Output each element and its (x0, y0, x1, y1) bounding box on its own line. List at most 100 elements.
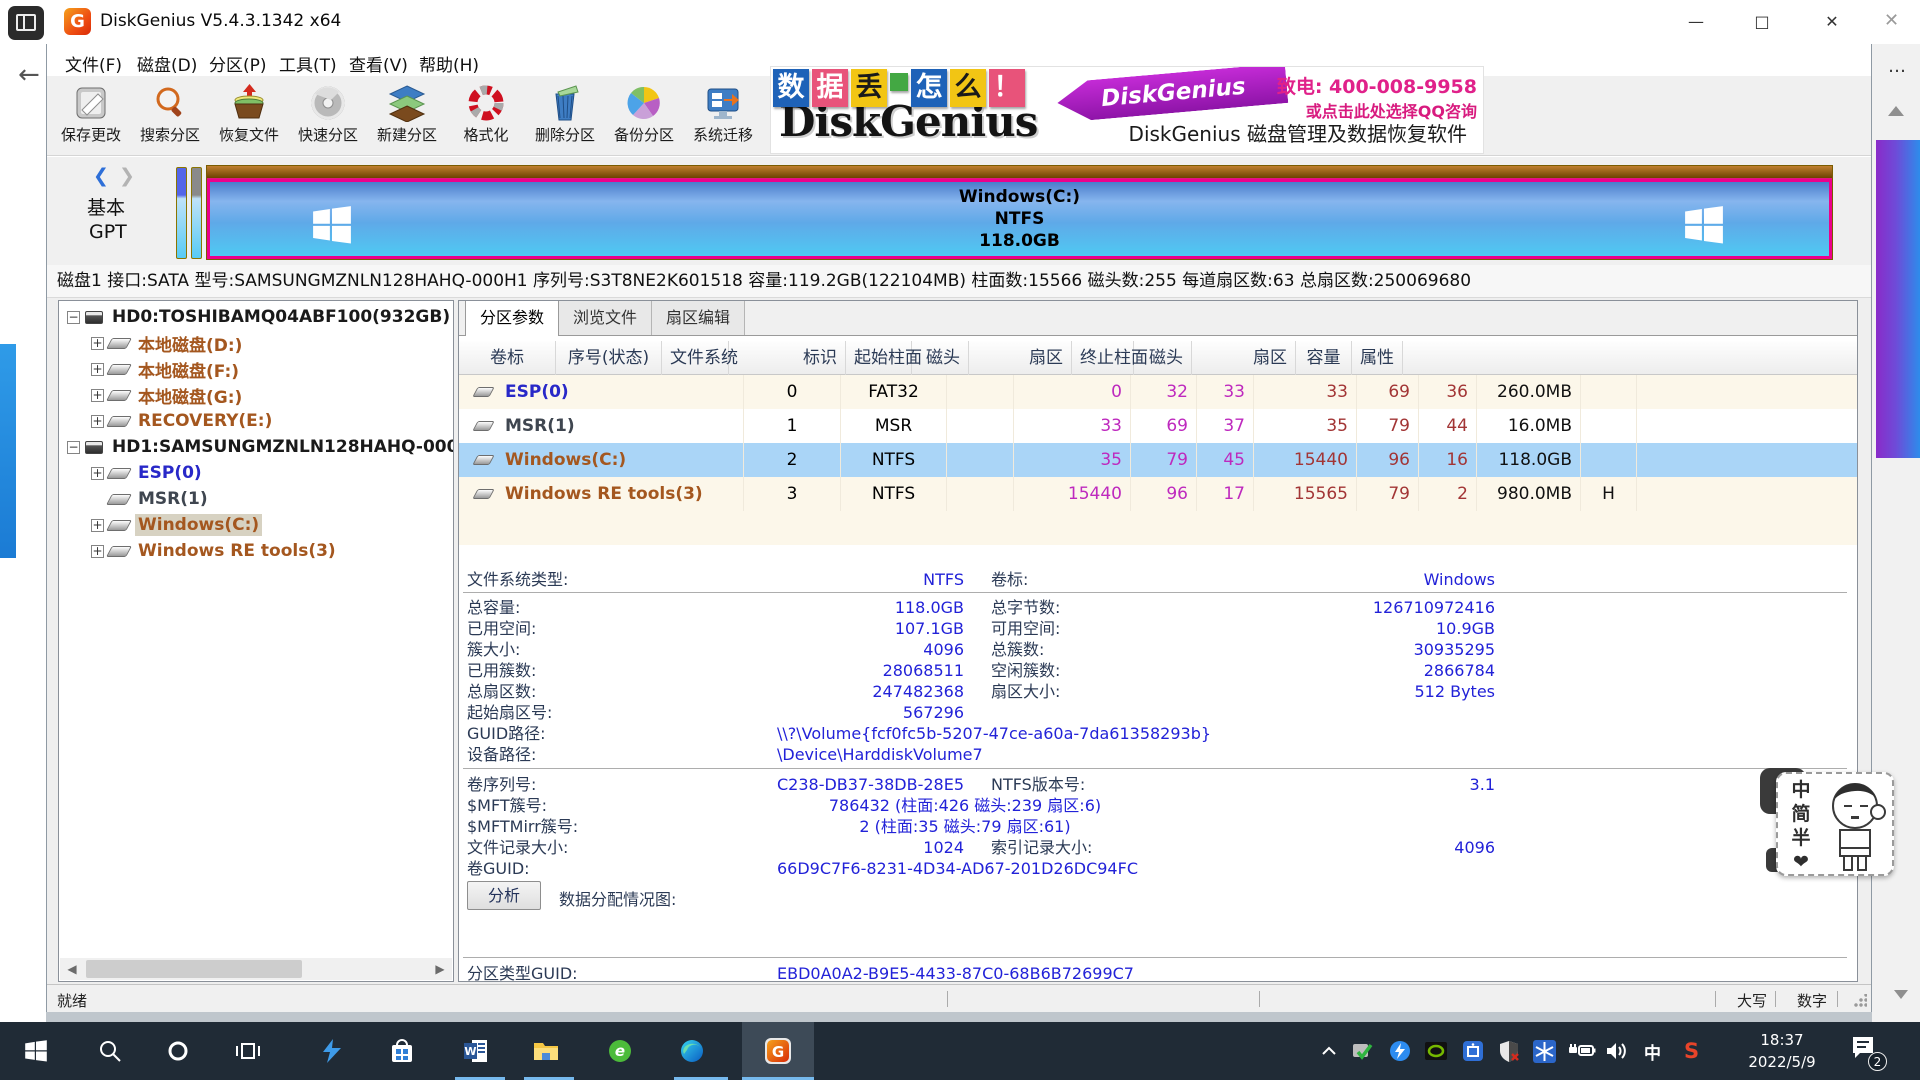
table-row[interactable]: Windows(C:) 2 NTFS 35 79 45 15440 96 16 … (459, 443, 1857, 477)
task-view-button[interactable] (224, 1022, 272, 1080)
scroll-right-icon[interactable]: ▶ (428, 958, 452, 980)
column-header[interactable]: 起始柱面 (846, 341, 912, 375)
tab[interactable]: 扇区编辑 (651, 300, 745, 335)
table-row[interactable]: MSR(1) 1 MSR 33 69 37 35 79 44 16.0MB (459, 409, 1857, 443)
column-header[interactable]: 终止柱面 (1072, 341, 1134, 375)
save-changes-button[interactable]: 保存更改 (52, 80, 130, 154)
quick-partition-button[interactable]: 快速分区 (289, 80, 367, 154)
tab[interactable]: 分区参数 (465, 300, 559, 336)
tree-item[interactable]: + 本地磁盘(F:) (59, 356, 453, 382)
thunder-app-button[interactable] (308, 1022, 356, 1080)
column-header[interactable]: 文件系统 (662, 341, 729, 375)
new-partition-button[interactable]: 新建分区 (368, 80, 446, 154)
tree-expander-icon[interactable]: + (91, 363, 104, 376)
tray-power[interactable] (1568, 1022, 1596, 1080)
table-row[interactable]: Windows RE tools(3) 3 NTFS 15440 96 17 1… (459, 477, 1857, 511)
column-header[interactable]: 属性 (1352, 341, 1403, 375)
tray-security-center[interactable] (1497, 1022, 1521, 1080)
cortana-button[interactable] (154, 1022, 202, 1080)
tray-thunder[interactable] (1388, 1022, 1412, 1080)
column-header[interactable]: 标识 (729, 341, 846, 375)
tray-expand-button[interactable] (1320, 1022, 1338, 1080)
diskgenius-taskbar-button[interactable]: G (754, 1022, 802, 1080)
tree-item[interactable]: + Windows(C:) (59, 512, 453, 538)
tree-expander-icon[interactable]: + (91, 415, 104, 428)
tray-volume[interactable] (1604, 1022, 1630, 1080)
tree-item[interactable]: + Windows RE tools(3) (59, 538, 453, 564)
window-tab-icon[interactable] (8, 6, 44, 40)
scroll-up-icon[interactable] (1888, 106, 1904, 116)
capacity-cell: 118.0GB (1477, 443, 1581, 477)
column-header[interactable]: 扇区 (1192, 341, 1296, 375)
tray-intel-graphics[interactable] (1461, 1022, 1485, 1080)
tree-item[interactable]: − HD1:SAMSUNGMZNLN128HAHQ-000 (59, 434, 453, 460)
sogou-tray-icon[interactable]: S (1684, 1022, 1699, 1080)
menu-help[interactable]: 帮助(H) (413, 49, 485, 78)
format-button[interactable]: 格式化 (447, 80, 525, 154)
tree-item[interactable]: MSR(1) (59, 486, 453, 512)
column-header[interactable]: 磁头 (1134, 341, 1192, 375)
backup-partition-button[interactable]: 备份分区 (605, 80, 683, 154)
scroll-left-icon[interactable]: ◀ (60, 958, 84, 980)
word-button[interactable]: W (452, 1022, 500, 1080)
ime-indicator[interactable]: 中 (1644, 1022, 1661, 1080)
column-header[interactable]: 扇区 (969, 341, 1072, 375)
back-arrow-icon[interactable]: ← (18, 60, 40, 90)
close-button[interactable]: ✕ (1806, 0, 1858, 44)
delete-partition-button[interactable]: 删除分区 (526, 80, 604, 154)
partition-bar-msr[interactable] (191, 167, 202, 259)
background-close-icon[interactable]: ✕ (1884, 10, 1899, 31)
more-options-icon[interactable]: … (1888, 56, 1908, 77)
column-header[interactable]: 序号(状态) (556, 341, 662, 375)
column-header[interactable]: 磁头 (912, 341, 969, 375)
menu-view[interactable]: 查看(V) (343, 49, 414, 78)
tree-item[interactable]: − HD0:TOSHIBAMQ04ABF100(932GB) (59, 304, 453, 330)
search-partition-button[interactable]: 搜索分区 (131, 80, 209, 154)
tree-expander-icon[interactable]: − (67, 441, 80, 454)
file-explorer-button[interactable] (522, 1022, 570, 1080)
edge-button[interactable] (668, 1022, 716, 1080)
prev-disk-arrow-icon[interactable]: ❮ (93, 165, 109, 187)
column-header[interactable]: 卷标 (459, 341, 556, 375)
scrollbar-thumb[interactable] (86, 960, 302, 978)
ie-browser-button[interactable]: e (596, 1022, 644, 1080)
menu-partition[interactable]: 分区(P) (203, 49, 273, 78)
resize-grip[interactable] (1853, 994, 1867, 1008)
system-migrate-button[interactable]: 系统迁移 (684, 80, 762, 154)
tree-expander-icon[interactable]: − (67, 311, 80, 324)
scroll-down-icon[interactable] (1894, 990, 1908, 999)
tree-expander-icon[interactable]: + (91, 337, 104, 350)
table-row[interactable]: ESP(0) 0 FAT32 0 32 33 33 69 36 260.0MB (459, 375, 1857, 409)
partition-bar-windows-c[interactable]: Windows(C:) NTFS 118.0GB (206, 165, 1833, 260)
minimize-button[interactable]: — (1670, 0, 1722, 44)
tray-security-check[interactable] (1350, 1022, 1374, 1080)
menu-disk[interactable]: 磁盘(D) (131, 49, 203, 78)
tree-expander-icon[interactable]: + (91, 389, 104, 402)
column-header[interactable]: 容量 (1296, 341, 1352, 375)
taskbar-search-button[interactable] (86, 1022, 134, 1080)
tray-nvidia[interactable] (1424, 1022, 1448, 1080)
tray-snowflake-app[interactable] (1532, 1022, 1557, 1080)
tree-expander-icon[interactable]: + (91, 467, 104, 480)
tab[interactable]: 浏览文件 (558, 300, 652, 335)
tree-item[interactable]: + 本地磁盘(G:) (59, 382, 453, 408)
tree-hscrollbar[interactable]: ◀ ▶ (60, 958, 452, 980)
maximize-button[interactable]: □ (1736, 0, 1788, 44)
partition-bar-esp[interactable] (176, 167, 187, 259)
menu-tools[interactable]: 工具(T) (273, 49, 343, 78)
tree-item[interactable]: + RECOVERY(E:) (59, 408, 453, 434)
tree-expander-icon[interactable]: + (91, 519, 104, 532)
sogou-ime-widget[interactable]: 中 简 半 ❤ (1776, 772, 1894, 876)
analyze-button[interactable]: 分析 (467, 881, 541, 910)
ms-store-button[interactable] (378, 1022, 426, 1080)
next-disk-arrow-icon[interactable]: ❯ (119, 165, 135, 187)
taskbar-clock[interactable]: 18:37 2022/5/9 (1737, 1029, 1827, 1073)
recover-files-button[interactable]: 恢复文件 (210, 80, 288, 154)
tree-item[interactable]: + 本地磁盘(D:) (59, 330, 453, 356)
menu-file[interactable]: 文件(F) (59, 49, 128, 78)
promo-banner[interactable]: DiskGenius 数据丢怎么！ DiskGenius 致电: 400-008… (770, 66, 1484, 154)
tree-item[interactable]: + ESP(0) (59, 460, 453, 486)
partition-bar-topband (207, 166, 1832, 179)
tree-expander-icon[interactable]: + (91, 545, 104, 558)
start-button[interactable] (12, 1022, 60, 1080)
